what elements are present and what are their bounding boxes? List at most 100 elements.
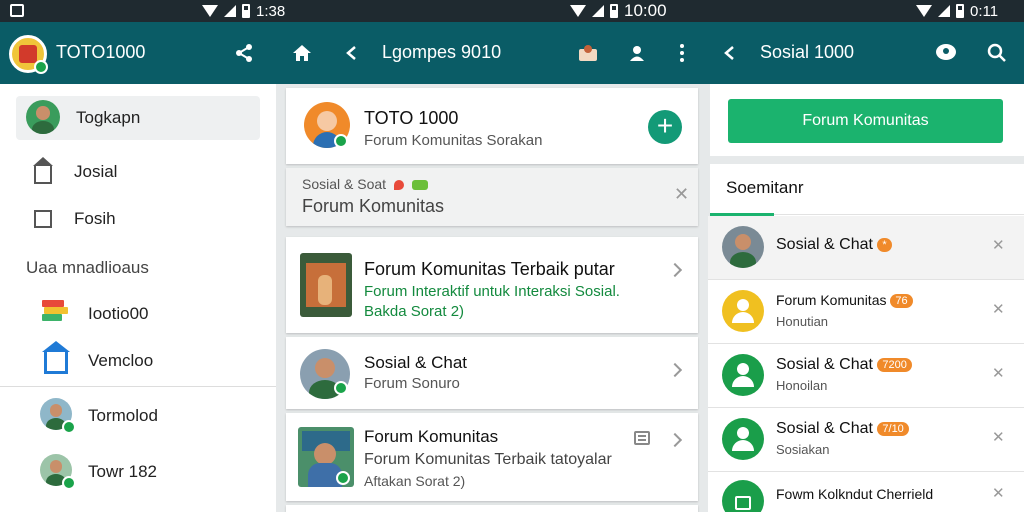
drawer-section-title: Uaa mnadlioaus xyxy=(26,258,149,277)
close-icon[interactable]: ✕ xyxy=(992,364,1005,382)
list-item[interactable]: Sosial & Chat 7200 Honoilan ✕ xyxy=(708,344,1024,408)
profile-avatar xyxy=(26,100,60,134)
close-icon[interactable]: ✕ xyxy=(992,236,1005,254)
signal-icon xyxy=(224,5,236,17)
post-meta: Bakda Sorat 2) xyxy=(364,303,465,320)
wifi-icon xyxy=(916,5,932,17)
status-time: 1:38 xyxy=(256,2,286,20)
status-group-2: 10:00 xyxy=(570,1,667,20)
list-item[interactable]: Fowm Kolkndut Cherrield ✕ xyxy=(708,472,1024,512)
right-panel: Forum Komunitas Soemitanr Sosial & Chat … xyxy=(708,84,1024,512)
chat-icon[interactable] xyxy=(934,41,958,65)
battery-icon xyxy=(610,4,618,18)
post-card[interactable]: Sosial & Chat Forum Sonuro xyxy=(286,337,698,409)
drawer-divider xyxy=(0,386,276,387)
post-card[interactable] xyxy=(286,505,698,512)
mid-title: Lgompes 9010 xyxy=(382,42,502,62)
post-title: Sosial & Chat xyxy=(364,353,467,372)
close-icon[interactable]: ✕ xyxy=(674,184,689,205)
count-badge: 76 xyxy=(890,294,913,309)
search-icon[interactable] xyxy=(985,41,1009,65)
contact-name: Tormolod xyxy=(88,406,158,425)
lock-circle-icon xyxy=(722,480,764,512)
drawer-item-label: Josial xyxy=(74,162,118,181)
online-badge-icon xyxy=(336,471,350,485)
home-icon[interactable] xyxy=(290,41,314,65)
game-icon xyxy=(411,180,428,191)
blue-home-icon xyxy=(42,341,70,374)
post-title: Forum Komunitas xyxy=(364,427,499,446)
list-item[interactable]: Forum Komunitas 76 Honutian ✕ xyxy=(708,280,1024,344)
chevron-right-icon xyxy=(667,262,683,278)
status-bar: 1:38 10:00 0:11 xyxy=(0,0,1024,22)
online-badge-icon xyxy=(334,381,348,395)
person-circle-icon xyxy=(722,418,764,460)
status-time: 10:00 xyxy=(624,1,667,20)
person-circle-icon xyxy=(722,290,764,332)
post-thumbnail xyxy=(300,253,352,317)
row-title: Forum Komunitas 76 xyxy=(776,292,913,309)
app-logo[interactable] xyxy=(9,35,48,74)
row-title: Sosial & Chat 7/10 xyxy=(776,420,909,438)
drawer-app-label: Iootio00 xyxy=(88,304,149,323)
signal-icon xyxy=(592,5,604,17)
group-title: TOTO 1000 xyxy=(364,108,459,128)
post-meta: Aftakan Sorat 2) xyxy=(364,473,466,489)
battery-icon xyxy=(956,4,964,18)
chevron-right-icon xyxy=(667,432,683,448)
close-icon[interactable]: ✕ xyxy=(992,484,1005,502)
close-icon[interactable]: ✕ xyxy=(992,300,1005,318)
more-options-icon[interactable] xyxy=(670,41,694,65)
logo-shield-icon xyxy=(19,45,37,63)
list-icon[interactable] xyxy=(634,431,650,445)
verified-badge-icon xyxy=(34,60,48,74)
screenshot-icon xyxy=(10,4,24,17)
back-icon[interactable] xyxy=(340,41,364,65)
contacts-icon[interactable] xyxy=(576,41,600,65)
online-badge-icon xyxy=(334,134,348,148)
back-icon[interactable] xyxy=(718,41,742,65)
signal-icon xyxy=(938,5,950,17)
forum-komunitas-button[interactable]: Forum Komunitas xyxy=(728,99,1003,143)
drawer-app-label: Vemcloo xyxy=(88,351,154,370)
right-title: Sosial 1000 xyxy=(760,42,855,62)
row-subtitle: Honutian xyxy=(776,314,829,329)
close-icon[interactable]: ✕ xyxy=(992,428,1005,446)
share-icon[interactable] xyxy=(232,41,256,65)
app-title: TOTO1000 xyxy=(56,42,146,62)
online-badge-icon xyxy=(62,476,76,490)
filter-line1: Sosial & Soat xyxy=(302,176,428,192)
filter-card[interactable]: Sosial & Soat Forum Komunitas ✕ xyxy=(286,168,698,226)
count-badge: 7/10 xyxy=(877,421,909,436)
row-subtitle: Honoilan xyxy=(776,378,828,393)
row-title: Sosial & Chat 7200 xyxy=(776,356,912,374)
drawer-item-label: Fosih xyxy=(74,209,116,228)
count-badge: 7200 xyxy=(877,357,912,372)
list-item[interactable]: Sosial & Chat 7/10 Sosiakan ✕ xyxy=(708,408,1024,472)
status-group-1: 1:38 xyxy=(202,2,285,20)
contact-avatar xyxy=(722,226,764,268)
group-subtitle: Forum Komunitas Sorakan xyxy=(364,132,543,149)
group-header-card[interactable]: TOTO 1000 Forum Komunitas Sorakan + xyxy=(286,88,698,164)
battery-icon xyxy=(242,4,250,18)
color-stack-icon xyxy=(42,300,68,322)
status-time: 0:11 xyxy=(970,2,999,20)
list-item[interactable]: Sosial & Chat * ✕ xyxy=(708,216,1024,280)
tab-divider xyxy=(774,214,1024,215)
pin-icon xyxy=(393,180,404,191)
post-snippet: Forum Komunitas Terbaik tatoyalar xyxy=(364,451,612,468)
drawer-profile[interactable]: Togkapn xyxy=(16,96,260,140)
post-snippet: Forum Interaktif untuk Interaksi Sosial. xyxy=(364,283,620,300)
add-button[interactable]: + xyxy=(648,110,682,144)
online-badge-icon xyxy=(62,420,76,434)
person-icon[interactable] xyxy=(625,41,649,65)
person-circle-icon xyxy=(722,354,764,396)
square-outline-icon xyxy=(34,210,52,228)
post-card[interactable]: Forum Komunitas Terbaik putar Forum Inte… xyxy=(286,237,698,333)
post-card[interactable]: Forum Komunitas Forum Komunitas Terbaik … xyxy=(286,413,698,501)
post-subtitle: Forum Sonuro xyxy=(364,375,460,392)
cta-container: Forum Komunitas xyxy=(710,84,1024,156)
status-group-3: 0:11 xyxy=(916,2,998,20)
tab-bar: Soemitanr xyxy=(710,164,1024,216)
tab-soemitanr[interactable]: Soemitanr xyxy=(726,178,803,198)
